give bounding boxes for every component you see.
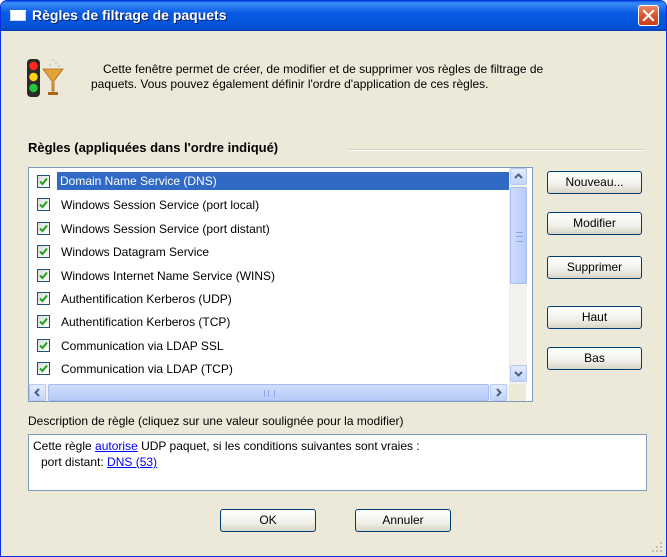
rule-row[interactable]: Authentification Kerberos (UDP) (35, 288, 513, 308)
rule-label: Domain Name Service (DNS) (57, 172, 512, 190)
rule-row[interactable]: Windows Datagram Service (35, 241, 513, 261)
checkmark-icon (39, 177, 48, 186)
resize-grip-icon[interactable] (651, 541, 663, 553)
rule-checkbox[interactable] (37, 175, 50, 188)
cancel-button[interactable]: Annuler (355, 509, 451, 532)
rules-heading: Règles (appliquées dans l'ordre indiqué) (28, 140, 279, 155)
description-text-start: Cette règle (33, 439, 92, 453)
vertical-scrollbar[interactable] (509, 168, 527, 384)
description-line-1: Cette règle autorise UDP paquet, si les … (33, 438, 642, 454)
description-label: Description de règle (cliquez sur une va… (28, 414, 404, 428)
rule-label: Authentification Kerberos (TCP) (61, 315, 231, 330)
rule-checkbox[interactable] (37, 292, 50, 305)
description-text-end: UDP paquet, si les conditions suivantes … (137, 439, 420, 453)
intro-line-2: paquets. Vous pouvez également définir l… (91, 77, 489, 91)
chevron-up-icon (514, 173, 523, 179)
checkmark-icon (39, 201, 48, 209)
rule-row[interactable]: Communication via LDAP SSL (35, 335, 513, 355)
scroll-right-button[interactable] (490, 384, 507, 401)
checkmark-icon (39, 248, 48, 256)
scrollbar-corner (509, 384, 526, 401)
intro-line-1: Cette fenêtre permet de créer, de modifi… (103, 62, 544, 76)
horizontal-scrollbar[interactable] (29, 384, 509, 401)
chevron-left-icon (34, 388, 40, 397)
rule-label: Windows Session Service (port local) (61, 198, 260, 213)
rule-row[interactable]: Windows Internet Name Service (WINS) (35, 265, 513, 285)
rule-row[interactable]: Domain Name Service (DNS) (35, 171, 513, 191)
rule-checkbox[interactable] (37, 338, 50, 352)
move-up-button[interactable]: Haut (547, 306, 642, 329)
rule-label: Windows Internet Name Service (WINS) (61, 268, 276, 283)
window-icon (10, 10, 26, 21)
rule-row[interactable]: Windows Session Service (port distant) (35, 218, 513, 238)
description-line-2: port distant: DNS (53) (33, 454, 642, 470)
rule-row[interactable]: Communication via LDAP (TCP) (35, 358, 513, 378)
intro-text: Cette fenêtre permet de créer, de modifi… (91, 62, 641, 92)
dialog-window: Règles de filtrage de paquets Cette fenê… (0, 0, 667, 557)
port-link[interactable]: DNS (53) (107, 455, 157, 469)
delete-button[interactable]: Supprimer (547, 256, 642, 279)
chevron-down-icon (514, 371, 523, 377)
description-box: Cette règle autorise UDP paquet, si les … (28, 434, 647, 491)
scroll-up-button[interactable] (510, 168, 527, 185)
rule-checkbox[interactable] (37, 268, 50, 282)
rule-label: Windows Datagram Service (61, 245, 210, 260)
checkmark-icon (39, 318, 48, 326)
rule-row[interactable]: Authentification Kerberos (TCP) (35, 311, 513, 331)
horizontal-scroll-thumb[interactable] (48, 384, 489, 401)
ok-button[interactable]: OK (220, 509, 316, 532)
vertical-scroll-thumb[interactable] (510, 187, 527, 284)
close-x-icon (642, 9, 655, 22)
new-button[interactable]: Nouveau... (547, 171, 642, 194)
rules-list[interactable]: Domain Name Service (DNS) Windows Session… (28, 167, 533, 402)
rule-checkbox[interactable] (37, 245, 50, 259)
scroll-down-button[interactable] (510, 365, 527, 382)
scroll-left-button[interactable] (29, 384, 46, 401)
checkmark-icon (39, 294, 48, 303)
rule-checkbox[interactable] (37, 315, 50, 329)
rule-label: Windows Session Service (port distant) (61, 221, 270, 236)
rules-heading-divider (349, 149, 644, 151)
rule-label: Communication via LDAP (TCP) (61, 362, 233, 377)
rule-label: Authentification Kerberos (UDP) (61, 292, 232, 306)
checkmark-icon (39, 224, 48, 233)
checkmark-icon (39, 365, 48, 373)
rule-checkbox[interactable] (37, 198, 50, 212)
checkmark-icon (39, 341, 48, 350)
modify-button[interactable]: Modifier (547, 212, 642, 235)
chevron-right-icon (496, 388, 502, 397)
action-link[interactable]: autorise (95, 439, 138, 453)
checkmark-icon (39, 271, 48, 280)
close-button[interactable] (638, 5, 659, 26)
window-title: Règles de filtrage de paquets (32, 7, 227, 23)
rule-label: Communication via LDAP SSL (61, 338, 224, 353)
title-bar[interactable]: Règles de filtrage de paquets (1, 1, 666, 31)
traffic-light-filter-icon (27, 58, 64, 97)
rule-row[interactable]: Windows Session Service (port local) (35, 194, 513, 214)
move-down-button[interactable]: Bas (547, 347, 642, 370)
port-label: port distant: (41, 455, 104, 469)
rule-checkbox[interactable] (37, 362, 50, 376)
rule-checkbox[interactable] (37, 221, 50, 235)
